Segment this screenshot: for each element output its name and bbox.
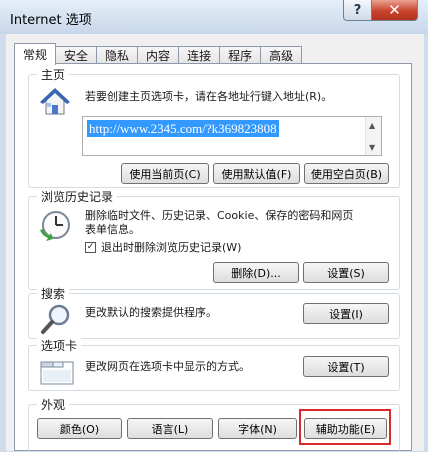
delete-on-exit-label: 退出时删除浏览历史记录(W)	[101, 241, 242, 254]
title-bar: Internet 选项 ? ✕	[0, 0, 428, 34]
homepage-label: 主页	[37, 66, 70, 83]
tab-advanced[interactable]: 高级	[260, 46, 303, 64]
tab-privacy[interactable]: 隐私	[96, 46, 139, 64]
history-description-line2: 表单信息。	[85, 223, 140, 236]
tab-strip: 常规 安全 隐私 内容 连接 程序 高级	[14, 40, 303, 65]
clock-icon	[40, 211, 70, 241]
scroll-up-icon: ▲	[369, 121, 376, 130]
delete-on-exit-checkbox[interactable]: ✓	[85, 242, 96, 253]
tab-content[interactable]: 内容	[137, 46, 180, 64]
search-label: 搜索	[37, 285, 70, 302]
fonts-button[interactable]: 字体(N)	[218, 418, 297, 439]
tabs-settings-button[interactable]: 设置(T)	[303, 356, 389, 377]
tabs-window-icon	[40, 361, 74, 385]
tab-connections[interactable]: 连接	[178, 46, 221, 64]
window-title: Internet 选项	[10, 13, 92, 28]
history-settings-button[interactable]: 设置(S)	[303, 262, 389, 283]
use-default-button[interactable]: 使用默认值(F)	[213, 163, 300, 184]
magnifier-icon	[41, 304, 70, 334]
tabs-settings-description: 更改网页在选项卡中显示的方式。	[85, 360, 250, 373]
colors-button[interactable]: 颜色(O)	[37, 418, 122, 439]
use-current-button[interactable]: 使用当前页(C)	[121, 163, 209, 184]
history-label: 浏览历史记录	[37, 188, 118, 205]
tabs-settings-label: 选项卡	[37, 337, 82, 354]
checkmark-icon: ✓	[86, 242, 95, 252]
homepage-description: 若要创建主页选项卡，请在各地址行键入地址(R)。	[85, 90, 333, 103]
tab-security[interactable]: 安全	[55, 46, 98, 64]
help-button[interactable]: ?	[343, 0, 372, 21]
search-description: 更改默认的搜索提供程序。	[85, 306, 217, 319]
close-button[interactable]: ✕	[371, 0, 418, 21]
languages-button[interactable]: 语言(L)	[127, 418, 213, 439]
tab-programs[interactable]: 程序	[219, 46, 262, 64]
url-scrollbar[interactable]: ▲ ▼	[365, 117, 381, 155]
highlight-box	[299, 409, 391, 445]
delete-history-button[interactable]: 删除(D)...	[213, 262, 299, 283]
help-icon: ?	[353, 2, 362, 18]
close-icon: ✕	[388, 1, 401, 19]
appearance-label: 外观	[37, 396, 70, 413]
homepage-url-text: http://www.2345.com/?k369823808	[87, 120, 279, 137]
use-blank-button[interactable]: 使用空白页(B)	[304, 163, 389, 184]
tab-general[interactable]: 常规	[14, 43, 57, 65]
homepage-url-input[interactable]: http://www.2345.com/?k369823808 ▲ ▼	[82, 116, 382, 156]
search-settings-button[interactable]: 设置(I)	[303, 303, 389, 324]
house-icon	[40, 88, 70, 115]
history-description-line1: 删除临时文件、历史记录、Cookie、保存的密码和网页	[85, 209, 354, 222]
scroll-down-icon: ▼	[369, 143, 376, 152]
